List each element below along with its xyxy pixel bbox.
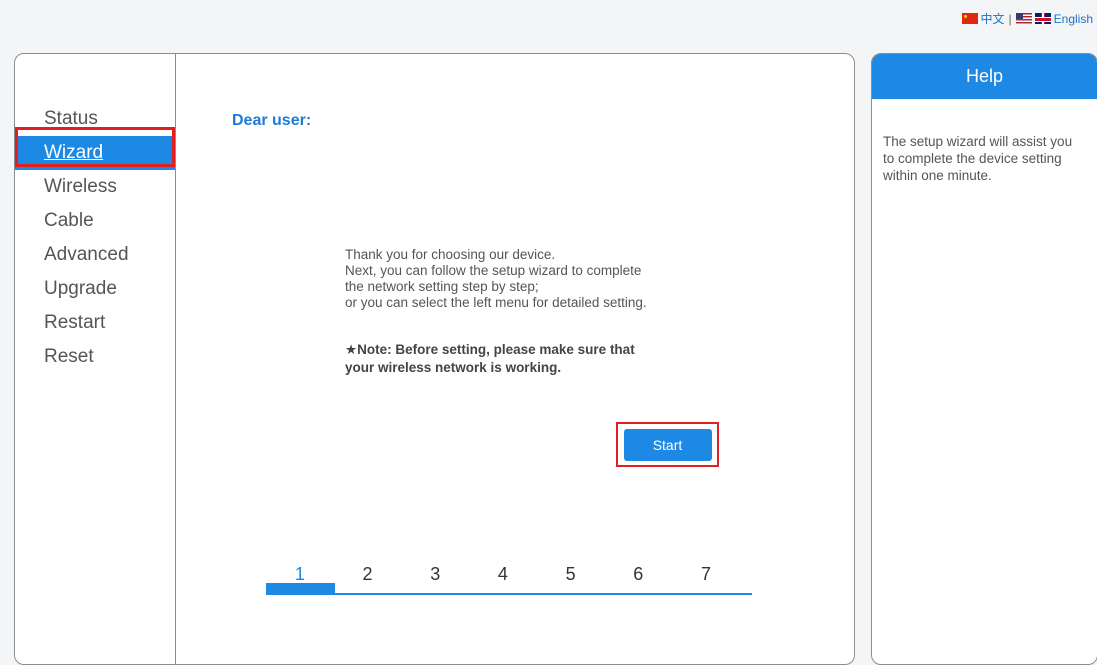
sidebar-item-advanced[interactable]: Advanced	[15, 238, 175, 272]
sidebar-item-reset[interactable]: Reset	[15, 340, 175, 374]
help-text: The setup wizard will assist you to comp…	[883, 134, 1073, 183]
sidebar-item-cable[interactable]: Cable	[15, 204, 175, 238]
start-highlight-box: Start	[616, 422, 719, 467]
greeting-title: Dear user:	[232, 112, 312, 129]
step-6: 6	[633, 564, 644, 584]
intro-line: the network setting step by step;	[345, 279, 539, 294]
sidebar-item-restart[interactable]: Restart	[15, 306, 175, 340]
note-line: your wireless network is working.	[345, 360, 562, 375]
language-chinese-link[interactable]: 中文	[981, 10, 1005, 27]
sidebar: Status Wizard Wireless Cable Advanced Up…	[15, 54, 176, 664]
sidebar-item-upgrade[interactable]: Upgrade	[15, 272, 175, 306]
intro-line: or you can select the left menu for deta…	[345, 295, 647, 310]
wizard-content: Dear user: Thank you for choosing our de…	[176, 54, 854, 664]
intro-line: Thank you for choosing our device.	[345, 247, 556, 262]
step-3: 3	[430, 564, 441, 584]
language-english-link[interactable]: English	[1054, 12, 1093, 26]
step-track	[266, 583, 752, 595]
help-panel: Help The setup wizard will assist you to…	[871, 53, 1097, 665]
start-button[interactable]: Start	[623, 428, 712, 461]
step-7: 7	[700, 564, 711, 584]
sidebar-item-status[interactable]: Status	[15, 102, 175, 136]
language-separator: |	[1008, 11, 1012, 26]
china-flag-icon[interactable]	[961, 13, 978, 24]
note-text: ★Note: Before setting, please make sure …	[345, 341, 725, 377]
intro-text: Thank you for choosing our device. Next,…	[345, 247, 725, 311]
step-4: 4	[497, 564, 508, 584]
step-2: 2	[362, 564, 373, 584]
intro-line: Next, you can follow the setup wizard to…	[345, 263, 642, 278]
main-panel: Status Wizard Wireless Cable Advanced Up…	[14, 53, 855, 665]
step-progress-bar	[266, 583, 336, 595]
sidebar-menu: Status Wizard Wireless Cable Advanced Up…	[15, 102, 175, 374]
help-title: Help	[872, 54, 1097, 99]
language-bar: 中文 | English	[961, 10, 1093, 27]
sidebar-item-wizard[interactable]: Wizard	[15, 136, 175, 170]
note-line: ★Note: Before setting, please make sure …	[345, 342, 635, 357]
step-indicator: 1 2 3 4 5 6 7	[266, 564, 752, 595]
us-flag-icon[interactable]	[1015, 13, 1032, 24]
sidebar-item-wireless[interactable]: Wireless	[15, 170, 175, 204]
step-5: 5	[565, 564, 576, 584]
uk-flag-icon[interactable]	[1034, 13, 1051, 24]
